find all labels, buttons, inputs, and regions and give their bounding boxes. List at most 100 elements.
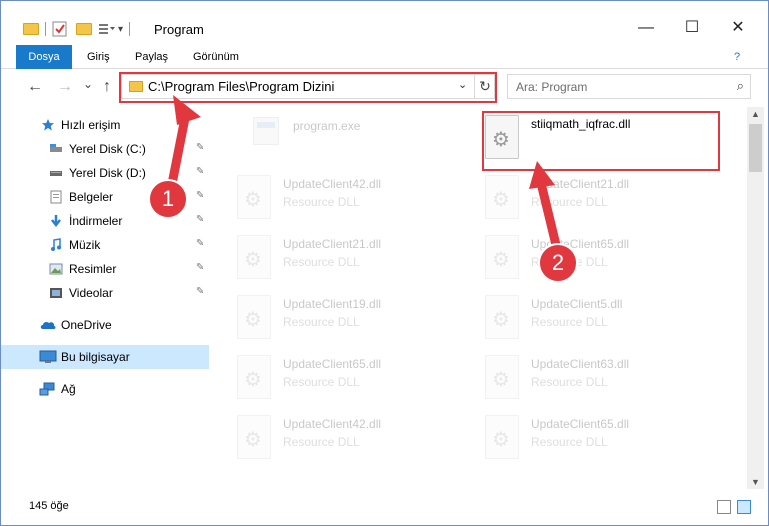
sidebar-item-label: OneDrive (61, 318, 112, 332)
dll-file-icon: ⚙ (485, 415, 519, 459)
sidebar-item-label: Bu bilgisayar (61, 350, 130, 364)
sidebar-item-label: Müzik (69, 238, 101, 252)
sidebar-item-music[interactable]: Müzik ✎ (1, 233, 209, 257)
file-item[interactable]: ⚙ UpdateClient42.dll Resource DLL (213, 409, 453, 467)
search-box[interactable]: Ara: Program ⌕ (507, 74, 751, 99)
file-name: program.exe (293, 119, 361, 133)
file-item[interactable]: ⚙ UpdateClient65.dll Resource DLL (461, 229, 701, 287)
music-icon (51, 238, 61, 251)
dll-file-icon: ⚙ (237, 175, 271, 219)
dll-file-icon: ⚙ (485, 355, 519, 399)
tab-gorunum[interactable]: Görünüm (187, 45, 245, 69)
gear-icon: ⚙ (492, 429, 510, 451)
sidebar-item-pictures[interactable]: Resimler ✎ (1, 257, 209, 281)
large-icons-view-icon[interactable] (737, 500, 751, 514)
dll-file-icon: ⚙ (485, 175, 519, 219)
dll-file-icon: ⚙ (237, 355, 271, 399)
pin-icon[interactable]: ✎ (196, 262, 204, 273)
file-item[interactable]: ⚙ UpdateClient21.dll Resource DLL (213, 229, 453, 287)
sidebar-item-videos[interactable]: Videolar ✎ (1, 281, 209, 305)
scroll-down-icon[interactable]: ▼ (751, 477, 760, 487)
file-type: Resource DLL (283, 195, 360, 209)
gear-icon: ⚙ (492, 189, 510, 211)
annotation-badge-1: 1 (148, 179, 188, 219)
close-button[interactable]: ✕ (715, 14, 761, 42)
scroll-thumb[interactable] (749, 124, 762, 172)
window-title: Program (154, 22, 204, 37)
sidebar-item-quick-access[interactable]: Hızlı erişim (1, 113, 209, 137)
vertical-scrollbar[interactable]: ▲ ▼ (747, 107, 764, 489)
sidebar-item-label: Hızlı erişim (61, 118, 121, 132)
pin-icon[interactable]: ✎ (196, 286, 204, 297)
file-type: Resource DLL (283, 375, 360, 389)
tab-dosya[interactable]: Dosya (16, 45, 72, 69)
file-type: Resource DLL (531, 195, 608, 209)
file-name: UpdateClient65.dll (531, 417, 630, 431)
new-folder-icon[interactable] (76, 23, 92, 35)
pin-icon[interactable]: ✎ (196, 238, 204, 249)
toolbar-dropdown-icon[interactable]: ▾ (118, 24, 123, 35)
details-view-icon[interactable] (717, 500, 731, 514)
dll-file-icon: ⚙ (485, 235, 519, 279)
network-icon (39, 382, 55, 396)
file-item[interactable]: ⚙ UpdateClient5.dll Resource DLL (461, 289, 701, 347)
file-type: Resource DLL (531, 315, 608, 329)
sidebar-item-label: Ağ (61, 382, 76, 396)
sidebar-item-disk-c[interactable]: Yerel Disk (C:) ✎ (1, 137, 209, 161)
file-name: UpdateClient65.dll (283, 357, 382, 371)
search-icon[interactable]: ⌕ (737, 78, 744, 94)
up-button[interactable]: ↑ (103, 78, 111, 96)
file-item[interactable]: ⚙ UpdateClient42.dll Resource DLL (213, 169, 453, 227)
tab-giris[interactable]: Giriş (81, 45, 116, 69)
pin-icon[interactable]: ✎ (196, 142, 204, 153)
file-item[interactable]: ⚙ UpdateClient63.dll Resource DLL (461, 349, 701, 407)
cloud-icon (40, 321, 56, 329)
download-icon (51, 215, 61, 228)
pin-icon[interactable]: ✎ (196, 214, 204, 225)
back-button[interactable]: ← (27, 78, 43, 96)
file-item[interactable]: program.exe (223, 111, 463, 169)
file-item[interactable]: ⚙ UpdateClient65.dll Resource DLL (461, 409, 701, 467)
sidebar-item-network[interactable]: Ağ (1, 377, 209, 401)
recent-locations-button[interactable]: ⌄ (83, 77, 93, 91)
drive-icon (50, 171, 62, 176)
file-item[interactable]: ⚙ UpdateClient21.dll Resource DLL (461, 169, 701, 227)
gear-icon: ⚙ (244, 189, 262, 211)
customize-toolbar-icon[interactable] (98, 22, 116, 36)
maximize-button[interactable]: ☐ (669, 14, 715, 42)
file-type: Resource DLL (283, 255, 360, 269)
sidebar-item-onedrive[interactable]: OneDrive (1, 313, 209, 337)
computer-icon (39, 350, 57, 363)
sidebar-item-label: İndirmeler (69, 214, 123, 228)
exe-file-icon (253, 117, 279, 145)
documents-icon (50, 190, 62, 204)
gear-icon: ⚙ (492, 249, 510, 271)
dll-file-icon: ⚙ (237, 415, 271, 459)
gear-icon: ⚙ (244, 369, 262, 391)
status-bar: 145 öğe (1, 493, 768, 525)
scroll-up-icon[interactable]: ▲ (751, 109, 760, 119)
gear-icon: ⚙ (244, 429, 262, 451)
dll-file-icon: ⚙ (237, 295, 271, 339)
file-type: Resource DLL (283, 435, 360, 449)
file-name: UpdateClient42.dll (283, 417, 382, 431)
pin-icon[interactable]: ✎ (196, 190, 204, 201)
file-item[interactable]: ⚙ UpdateClient19.dll Resource DLL (213, 289, 453, 347)
file-name: UpdateClient63.dll (531, 357, 630, 371)
file-item[interactable]: ⚙ UpdateClient65.dll Resource DLL (213, 349, 453, 407)
sidebar-item-this-pc[interactable]: Bu bilgisayar (1, 345, 209, 369)
forward-button[interactable]: → (57, 78, 73, 96)
properties-icon[interactable] (52, 21, 68, 37)
file-name: UpdateClient42.dll (283, 177, 382, 191)
help-icon[interactable]: ? (728, 45, 746, 69)
sidebar-item-label: Videolar (69, 286, 113, 300)
pin-icon[interactable]: ✎ (196, 166, 204, 177)
annotation-badge-2: 2 (538, 243, 578, 283)
file-type: Resource DLL (531, 375, 608, 389)
minimize-button[interactable]: — (623, 14, 669, 42)
tab-paylas[interactable]: Paylaş (129, 45, 174, 69)
sidebar-item-label: Yerel Disk (C:) (69, 142, 146, 156)
search-input[interactable]: Ara: Program (516, 80, 587, 94)
star-icon (42, 119, 54, 131)
annotation-highlight-file (482, 111, 720, 171)
